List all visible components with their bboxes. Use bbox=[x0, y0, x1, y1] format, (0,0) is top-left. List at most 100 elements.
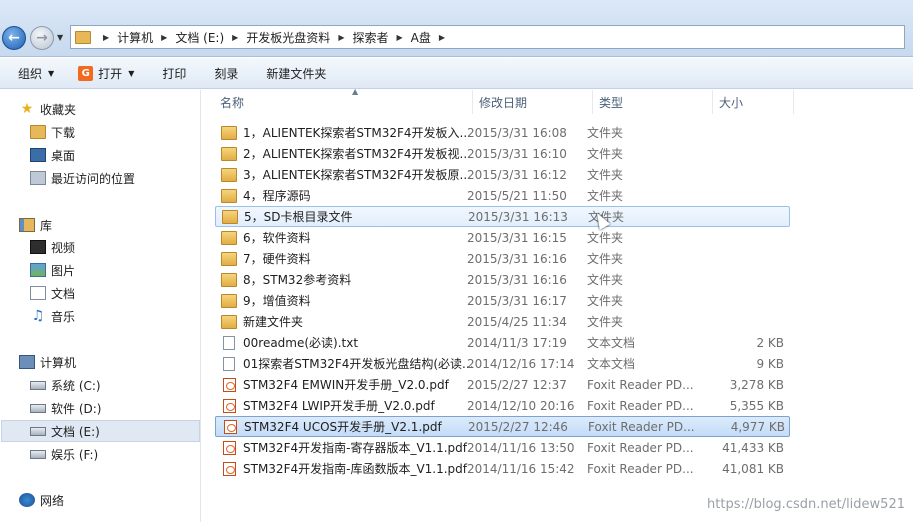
chevron-right-icon[interactable]: ▶ bbox=[435, 33, 449, 42]
column-label: 名称 bbox=[220, 95, 245, 110]
back-button[interactable]: ← bbox=[2, 26, 26, 50]
column-header-size[interactable]: 大小 bbox=[714, 90, 794, 114]
file-row[interactable]: 7，硬件资料 2015/3/31 16:16 文件夹 bbox=[215, 248, 790, 269]
nav-drive-d[interactable]: 软件 (D:) bbox=[30, 398, 101, 418]
file-row[interactable]: STM32F4 EMWIN开发手册_V2.0.pdf 2015/2/27 12:3… bbox=[215, 374, 790, 395]
file-row[interactable]: 3，ALIENTEK探索者STM32F4开发板原... 2015/3/31 16:… bbox=[215, 164, 790, 185]
file-type: 文件夹 bbox=[587, 273, 624, 287]
file-row[interactable]: 新建文件夹 2015/4/25 11:34 文件夹 bbox=[215, 311, 790, 332]
file-type: 文件夹 bbox=[587, 294, 624, 308]
chevron-right-icon[interactable]: ▶ bbox=[334, 33, 348, 42]
file-date: 2014/12/16 17:14 bbox=[467, 356, 575, 371]
chevron-right-icon[interactable]: ▶ bbox=[99, 33, 113, 42]
file-row[interactable]: 00readme(必读).txt 2014/11/3 17:19 文本文档 2 KB bbox=[215, 332, 790, 353]
nav-label: 图片 bbox=[51, 263, 76, 278]
breadcrumb-item[interactable]: A盘 bbox=[407, 29, 435, 46]
file-size: 41,433 KB bbox=[722, 440, 784, 455]
nav-pictures[interactable]: 图片 bbox=[30, 260, 75, 280]
nav-network[interactable]: 网络 bbox=[19, 490, 64, 510]
file-row[interactable]: 9，增值资料 2015/3/31 16:17 文件夹 bbox=[215, 290, 790, 311]
breadcrumb-item[interactable]: 探索者 bbox=[348, 29, 392, 46]
desktop-icon bbox=[30, 148, 46, 162]
print-button[interactable]: 打印 bbox=[154, 58, 194, 88]
file-row[interactable]: 2，ALIENTEK探索者STM32F4开发板视... 2015/3/31 16:… bbox=[215, 143, 790, 164]
file-icon bbox=[223, 461, 236, 476]
forward-button[interactable]: → bbox=[30, 26, 54, 50]
nav-computer[interactable]: 计算机 bbox=[19, 352, 76, 372]
pictures-library-icon bbox=[30, 263, 46, 277]
file-icon bbox=[221, 230, 237, 245]
file-row[interactable]: STM32F4开发指南-库函数版本_V1.1.pdf 2014/11/16 15:… bbox=[215, 458, 790, 479]
nav-downloads[interactable]: 下载 bbox=[30, 122, 75, 142]
file-icon bbox=[224, 419, 237, 434]
file-row[interactable]: 1，ALIENTEK探索者STM32F4开发板入... 2015/3/31 16:… bbox=[215, 122, 790, 143]
address-bar-area: ← → ▼ ▶ 计算机 ▶ 文档 (E:) ▶ 开发板光盘资料 ▶ 探索者 ▶ … bbox=[0, 0, 913, 57]
history-dropdown-icon[interactable]: ▼ bbox=[57, 33, 63, 42]
nav-label: 视频 bbox=[51, 240, 76, 255]
file-row[interactable]: STM32F4开发指南-寄存器版本_V1.1.pdf 2014/11/16 13:… bbox=[215, 437, 790, 458]
file-row[interactable]: STM32F4 LWIP开发手册_V2.0.pdf 2014/12/10 20:1… bbox=[215, 395, 790, 416]
chevron-right-icon[interactable]: ▶ bbox=[392, 33, 406, 42]
column-header-name[interactable]: ▲ 名称 bbox=[215, 87, 473, 114]
nav-drive-e[interactable]: 文档 (E:) bbox=[1, 420, 200, 442]
organize-button[interactable]: 组织 ▼ bbox=[10, 58, 62, 88]
file-row[interactable]: STM32F4 UCOS开发手册_V2.1.pdf 2015/2/27 12:46… bbox=[215, 416, 790, 437]
file-icon bbox=[221, 167, 237, 182]
nav-drive-f[interactable]: 娱乐 (F:) bbox=[30, 444, 98, 464]
open-button[interactable]: G 打开 ▼ bbox=[70, 58, 142, 88]
nav-label: 计算机 bbox=[40, 355, 77, 370]
navigation-pane: ★ 收藏夹 下载 桌面 最近访问的位置 库 视频 图片 文档 ♫ 音乐 计算机 … bbox=[0, 90, 201, 522]
file-row[interactable]: 5，SD卡根目录文件 2015/3/31 16:13 文件夹 bbox=[215, 206, 790, 227]
file-date: 2015/2/27 12:37 bbox=[467, 377, 567, 392]
file-date: 2014/11/16 15:42 bbox=[467, 461, 575, 476]
file-icon bbox=[221, 314, 237, 329]
file-size: 5,355 KB bbox=[729, 398, 784, 413]
file-date: 2014/11/16 13:50 bbox=[467, 440, 575, 455]
nav-desktop[interactable]: 桌面 bbox=[30, 145, 75, 165]
file-name: 8，STM32参考资料 bbox=[243, 273, 352, 287]
nav-label: 桌面 bbox=[51, 148, 76, 163]
organize-label: 组织 bbox=[18, 66, 43, 81]
column-header-date[interactable]: 修改日期 bbox=[474, 90, 593, 114]
file-icon bbox=[221, 125, 237, 140]
file-row[interactable]: 6，软件资料 2015/3/31 16:15 文件夹 bbox=[215, 227, 790, 248]
nav-documents[interactable]: 文档 bbox=[30, 283, 75, 303]
nav-favorites[interactable]: ★ 收藏夹 bbox=[19, 99, 76, 119]
file-row[interactable]: 01探索者STM32F4开发板光盘结构(必读... 2014/12/16 17:1… bbox=[215, 353, 790, 374]
breadcrumb-item[interactable]: 开发板光盘资料 bbox=[242, 29, 334, 46]
chevron-right-icon[interactable]: ▶ bbox=[228, 33, 242, 42]
file-name: 1，ALIENTEK探索者STM32F4开发板入... bbox=[243, 126, 471, 140]
file-row[interactable]: 4，程序源码 2015/5/21 11:50 文件夹 bbox=[215, 185, 790, 206]
nav-label: 娱乐 (F:) bbox=[51, 447, 99, 462]
burn-button[interactable]: 刻录 bbox=[206, 58, 246, 88]
file-size: 2 KB bbox=[756, 335, 784, 350]
chevron-down-icon: ▼ bbox=[48, 68, 55, 78]
music-note-icon: ♫ bbox=[31, 308, 45, 324]
file-date: 2015/3/31 16:16 bbox=[467, 272, 567, 287]
nav-label: 库 bbox=[40, 218, 53, 233]
nav-label: 最近访问的位置 bbox=[51, 171, 136, 186]
nav-music[interactable]: ♫ 音乐 bbox=[30, 306, 75, 326]
file-date: 2015/3/31 16:12 bbox=[467, 167, 567, 182]
breadcrumb-item[interactable]: 计算机 bbox=[113, 29, 157, 46]
breadcrumb[interactable]: ▶ 计算机 ▶ 文档 (E:) ▶ 开发板光盘资料 ▶ 探索者 ▶ A盘 ▶ bbox=[70, 25, 905, 49]
nav-videos[interactable]: 视频 bbox=[30, 237, 75, 257]
system-drive-icon bbox=[30, 380, 46, 390]
file-size: 4,977 KB bbox=[730, 419, 785, 434]
breadcrumb-item[interactable]: 文档 (E:) bbox=[171, 29, 228, 46]
foxit-app-icon: G bbox=[78, 65, 94, 81]
chevron-right-icon[interactable]: ▶ bbox=[157, 33, 171, 42]
nav-label: 软件 (D:) bbox=[51, 401, 102, 416]
file-list: ▲ 名称 修改日期 类型 大小 1，ALIENTEK探索者STM32F4开发板入… bbox=[202, 87, 913, 522]
file-row[interactable]: 8，STM32参考资料 2015/3/31 16:16 文件夹 bbox=[215, 269, 790, 290]
nav-recent[interactable]: 最近访问的位置 bbox=[30, 168, 135, 188]
file-type: Foxit Reader PD... bbox=[587, 377, 694, 392]
file-date: 2014/11/3 17:19 bbox=[467, 335, 567, 350]
file-icon bbox=[222, 209, 238, 224]
new-folder-button[interactable]: 新建文件夹 bbox=[258, 58, 334, 88]
column-header-type[interactable]: 类型 bbox=[594, 90, 713, 114]
file-size: 3,278 KB bbox=[729, 377, 784, 392]
nav-libraries[interactable]: 库 bbox=[19, 215, 52, 235]
column-label: 修改日期 bbox=[479, 95, 528, 110]
nav-drive-c[interactable]: 系统 (C:) bbox=[30, 375, 101, 395]
